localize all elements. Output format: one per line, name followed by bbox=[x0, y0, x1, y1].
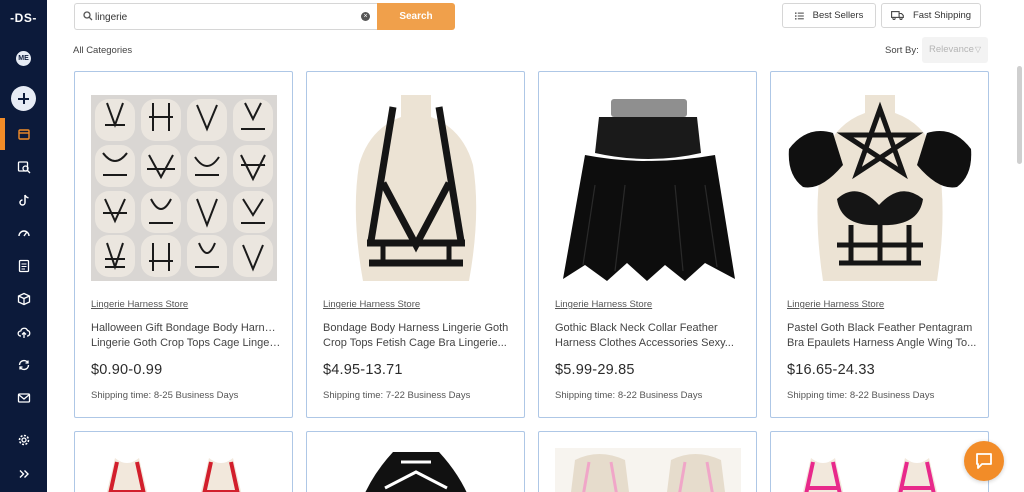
store-icon bbox=[17, 129, 30, 140]
product-title-line-1: Halloween Gift Bondage Body Harness bbox=[91, 322, 281, 334]
search-input[interactable] bbox=[95, 9, 355, 25]
fast-shipping-button[interactable]: Fast Shipping bbox=[881, 3, 981, 28]
mail-icon bbox=[17, 393, 30, 403]
store-link[interactable]: Lingerie Harness Store bbox=[787, 299, 884, 310]
product-image[interactable] bbox=[91, 448, 277, 492]
product-title[interactable]: Halloween Gift Bondage Body Harness Ling… bbox=[91, 321, 281, 351]
category-filter[interactable]: All Categories bbox=[73, 45, 132, 56]
nav-expand[interactable] bbox=[0, 458, 47, 490]
nav-settings[interactable] bbox=[0, 424, 47, 456]
nav-messages[interactable] bbox=[0, 382, 47, 414]
product-search-icon bbox=[17, 161, 30, 174]
store-link[interactable]: Lingerie Harness Store bbox=[555, 299, 652, 310]
nav-tiktok[interactable] bbox=[0, 184, 47, 216]
product-title-line-2: Lingerie Goth Crop Tops Cage Linger... bbox=[91, 337, 281, 349]
nav-find-products[interactable] bbox=[0, 151, 47, 183]
chevron-down-icon: ▽ bbox=[974, 45, 981, 54]
best-sellers-label: Best Sellers bbox=[812, 10, 864, 21]
product-price: $4.95-13.71 bbox=[323, 362, 403, 378]
product-card[interactable]: Lingerie Harness Store Pastel Goth Black… bbox=[770, 71, 989, 418]
expand-chevrons-icon bbox=[19, 470, 29, 478]
product-image[interactable] bbox=[787, 448, 973, 492]
product-price: $16.65-24.33 bbox=[787, 362, 875, 378]
chat-icon bbox=[976, 453, 992, 469]
store-link[interactable]: Lingerie Harness Store bbox=[91, 299, 188, 310]
product-card[interactable] bbox=[74, 431, 293, 492]
product-image[interactable] bbox=[787, 95, 973, 281]
product-title[interactable]: Bondage Body Harness Lingerie Goth Crop … bbox=[323, 321, 513, 351]
product-title-line-2: Bra Epaulets Harness Angle Wing To... bbox=[787, 337, 977, 349]
nav-orders[interactable] bbox=[0, 250, 47, 282]
nav-dashboard[interactable] bbox=[0, 217, 47, 249]
sidebar: -DS- ME bbox=[0, 0, 47, 492]
shipping-time: Shipping time: 7-22 Business Days bbox=[323, 390, 471, 401]
product-card[interactable]: Lingerie Harness Store Bondage Body Harn… bbox=[306, 71, 525, 418]
tiktok-icon bbox=[18, 194, 29, 206]
product-price: $5.99-29.85 bbox=[555, 362, 635, 378]
list-icon bbox=[794, 12, 804, 19]
truck-icon bbox=[891, 11, 904, 20]
sort-value: Relevance bbox=[929, 44, 974, 55]
shipping-time: Shipping time: 8-22 Business Days bbox=[555, 390, 703, 401]
clear-search-icon[interactable]: × bbox=[361, 12, 370, 21]
nav-products[interactable] bbox=[0, 283, 47, 315]
product-title[interactable]: Pastel Goth Black Feather Pentagram Bra … bbox=[787, 321, 977, 351]
nav-upload[interactable] bbox=[0, 316, 47, 348]
product-title-line-2: Harness Clothes Accessories Sexy... bbox=[555, 337, 734, 349]
product-image[interactable] bbox=[91, 95, 277, 281]
product-title-line-2: Crop Tops Fetish Cage Bra Lingerie... bbox=[323, 337, 507, 349]
sync-icon bbox=[18, 359, 29, 371]
store-link[interactable]: Lingerie Harness Store bbox=[323, 299, 420, 310]
package-icon bbox=[17, 292, 30, 306]
nav-store[interactable] bbox=[0, 118, 47, 150]
best-sellers-button[interactable]: Best Sellers bbox=[782, 3, 876, 28]
product-title[interactable]: Gothic Black Neck Collar Feather Harness… bbox=[555, 321, 745, 351]
shipping-time: Shipping time: 8-22 Business Days bbox=[787, 390, 935, 401]
fast-shipping-label: Fast Shipping bbox=[912, 10, 972, 21]
shipping-time: Shipping time: 8-25 Business Days bbox=[91, 390, 239, 401]
product-title-line-1: Bondage Body Harness Lingerie Goth bbox=[323, 322, 509, 334]
product-image[interactable] bbox=[323, 95, 509, 281]
dashboard-gauge-icon bbox=[17, 230, 30, 237]
search-icon bbox=[83, 11, 93, 21]
product-image[interactable] bbox=[323, 448, 509, 492]
nav-sync[interactable] bbox=[0, 349, 47, 381]
settings-gear-icon bbox=[18, 434, 29, 446]
avatar[interactable]: ME bbox=[16, 51, 31, 66]
sort-select[interactable]: Relevance ▽ bbox=[922, 37, 988, 63]
cloud-upload-icon bbox=[17, 327, 30, 338]
product-image[interactable] bbox=[555, 95, 741, 281]
product-price: $0.90-0.99 bbox=[91, 362, 163, 378]
product-card[interactable]: Lingerie Harness Store Gothic Black Neck… bbox=[538, 71, 757, 418]
orders-list-icon bbox=[18, 259, 29, 273]
product-card[interactable] bbox=[538, 431, 757, 492]
app-logo: -DS- bbox=[10, 11, 37, 25]
product-card[interactable] bbox=[306, 431, 525, 492]
product-title-line-1: Pastel Goth Black Feather Pentagram bbox=[787, 322, 973, 334]
scrollbar[interactable] bbox=[1017, 66, 1022, 164]
sort-label: Sort By: bbox=[885, 45, 919, 56]
product-card[interactable]: Lingerie Harness Store Halloween Gift Bo… bbox=[74, 71, 293, 418]
product-card[interactable] bbox=[770, 431, 989, 492]
product-image[interactable] bbox=[555, 448, 741, 492]
search-button[interactable]: Search bbox=[377, 3, 455, 30]
chat-button[interactable] bbox=[964, 441, 1004, 481]
product-title-line-1: Gothic Black Neck Collar Feather bbox=[555, 322, 718, 334]
search-box: × bbox=[74, 3, 377, 30]
add-icon[interactable] bbox=[11, 86, 36, 111]
